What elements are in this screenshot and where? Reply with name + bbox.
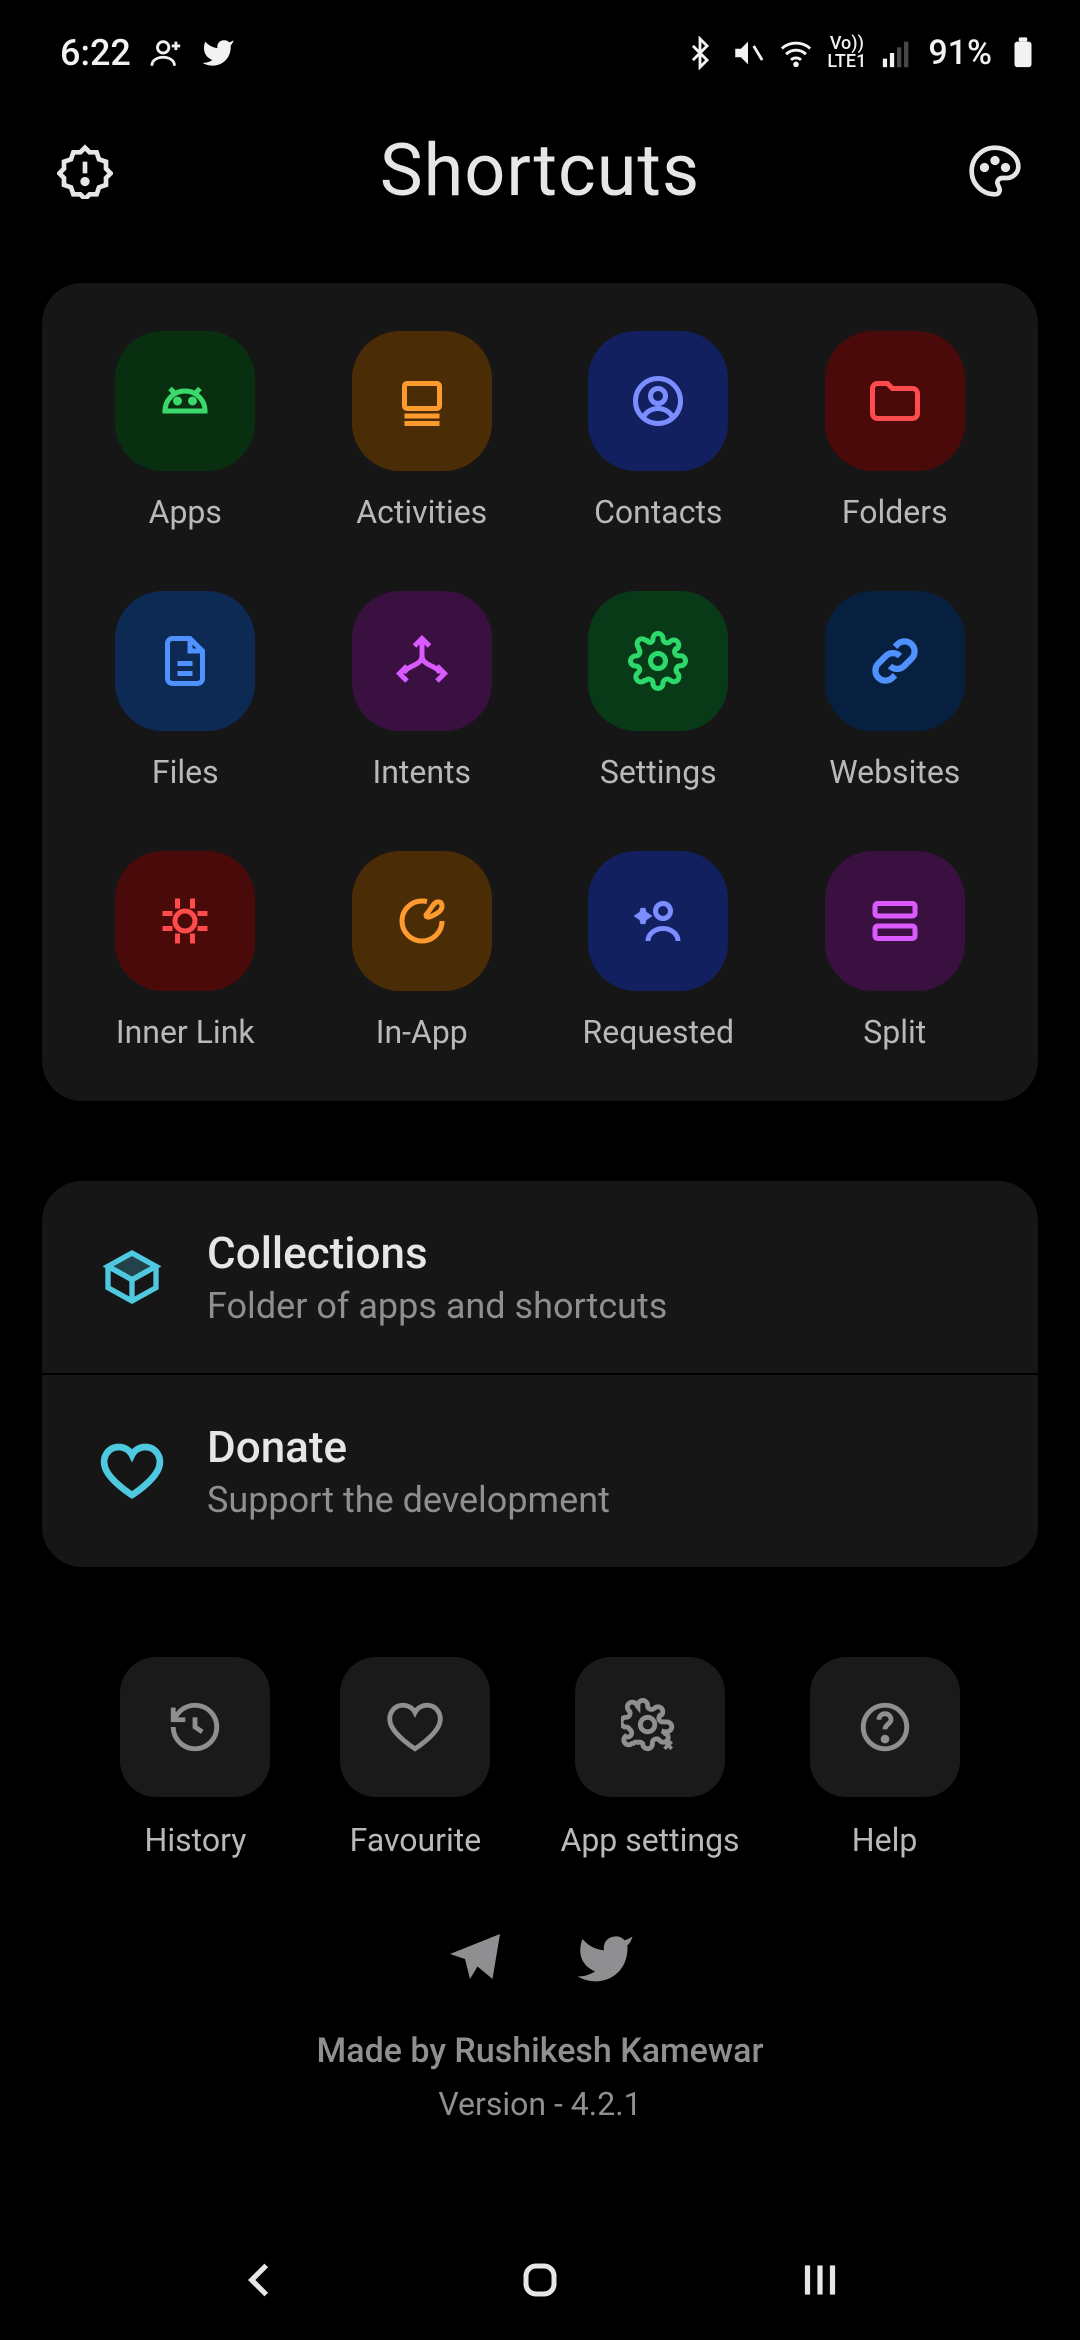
donate-row[interactable]: Donate Support the development bbox=[42, 1373, 1038, 1567]
shortcut-label: Contacts bbox=[594, 493, 722, 531]
status-left: 6:22 bbox=[60, 32, 235, 74]
shortcut-folders[interactable]: Folders bbox=[782, 331, 1009, 531]
bottom-label: History bbox=[145, 1821, 247, 1859]
split-icon bbox=[825, 851, 965, 991]
system-navbar bbox=[0, 2220, 1080, 2340]
mute-icon bbox=[731, 36, 765, 70]
nav-back-button[interactable] bbox=[220, 2250, 300, 2310]
shortcut-label: Requested bbox=[583, 1013, 734, 1051]
shortcut-label: Settings bbox=[600, 753, 717, 791]
collections-title: Collections bbox=[207, 1227, 667, 1279]
help-icon bbox=[810, 1657, 960, 1797]
shortcut-files[interactable]: Files bbox=[72, 591, 299, 791]
donate-title: Donate bbox=[207, 1421, 610, 1473]
collections-subtitle: Folder of apps and shortcuts bbox=[207, 1285, 667, 1327]
favourite-icon bbox=[340, 1657, 490, 1797]
battery-percent: 91% bbox=[928, 33, 992, 73]
app-settings-icon bbox=[575, 1657, 725, 1797]
innerlink-icon bbox=[115, 851, 255, 991]
shortcut-label: Websites bbox=[829, 753, 960, 791]
shortcut-label: Activities bbox=[356, 493, 487, 531]
donate-icon bbox=[97, 1436, 167, 1506]
status-bar: 6:22 Vo))LTE1 91% bbox=[0, 0, 1080, 88]
contacts-icon bbox=[588, 331, 728, 471]
folders-icon bbox=[825, 331, 965, 471]
intents-icon bbox=[352, 591, 492, 731]
shortcut-settings[interactable]: Settings bbox=[545, 591, 772, 791]
donate-subtitle: Support the development bbox=[207, 1479, 610, 1521]
donate-text: Donate Support the development bbox=[207, 1421, 610, 1521]
shortcut-grid: Apps Activities Contacts Folders Files bbox=[72, 331, 1008, 1051]
websites-icon bbox=[825, 591, 965, 731]
twitter-icon bbox=[201, 36, 235, 70]
history-icon bbox=[120, 1657, 270, 1797]
shortcut-label: Inner Link bbox=[116, 1013, 255, 1051]
help-button[interactable]: Help bbox=[810, 1657, 960, 1859]
apps-icon bbox=[115, 331, 255, 471]
bluetooth-icon bbox=[683, 36, 717, 70]
shortcut-label: Split bbox=[863, 1013, 926, 1051]
requested-icon bbox=[588, 851, 728, 991]
app-settings-button[interactable]: App settings bbox=[560, 1657, 739, 1859]
wifi-icon bbox=[779, 36, 813, 70]
shortcut-label: In-App bbox=[376, 1013, 468, 1051]
bottom-label: Help bbox=[852, 1821, 918, 1859]
social-row bbox=[445, 1929, 635, 1993]
shortcut-split[interactable]: Split bbox=[782, 851, 1009, 1051]
footer-made-by: Made by Rushikesh Kamewar bbox=[317, 2031, 764, 2071]
issue-badge-button[interactable] bbox=[50, 136, 120, 206]
twitter-link[interactable] bbox=[575, 1929, 635, 1993]
files-icon bbox=[115, 591, 255, 731]
palette-button[interactable] bbox=[960, 136, 1030, 206]
shortcut-innerlink[interactable]: Inner Link bbox=[72, 851, 299, 1051]
footer: Made by Rushikesh Kamewar Version - 4.2.… bbox=[0, 1929, 1080, 2123]
shortcut-activities[interactable]: Activities bbox=[309, 331, 536, 531]
collections-row[interactable]: Collections Folder of apps and shortcuts bbox=[42, 1181, 1038, 1373]
shortcut-label: Files bbox=[152, 753, 219, 791]
bottom-label: Favourite bbox=[350, 1821, 482, 1859]
bottom-grid: History Favourite App settings Help bbox=[0, 1657, 1080, 1859]
telegram-link[interactable] bbox=[445, 1929, 505, 1993]
shortcut-label: Intents bbox=[373, 753, 471, 791]
person-add-icon bbox=[149, 36, 183, 70]
battery-icon bbox=[1006, 36, 1040, 70]
shortcut-label: Folders bbox=[842, 493, 948, 531]
shortcut-apps[interactable]: Apps bbox=[72, 331, 299, 531]
status-time: 6:22 bbox=[60, 32, 131, 74]
history-button[interactable]: History bbox=[120, 1657, 270, 1859]
volte-icon: Vo))LTE1 bbox=[827, 35, 866, 71]
bottom-label: App settings bbox=[560, 1821, 739, 1859]
app-header: Shortcuts bbox=[0, 88, 1080, 243]
collections-text: Collections Folder of apps and shortcuts bbox=[207, 1227, 667, 1327]
list-card: Collections Folder of apps and shortcuts… bbox=[42, 1181, 1038, 1567]
activities-icon bbox=[352, 331, 492, 471]
favourite-button[interactable]: Favourite bbox=[340, 1657, 490, 1859]
shortcut-contacts[interactable]: Contacts bbox=[545, 331, 772, 531]
collections-icon bbox=[97, 1242, 167, 1312]
nav-recents-button[interactable] bbox=[780, 2250, 860, 2310]
settings-icon bbox=[588, 591, 728, 731]
signal-icon bbox=[880, 36, 914, 70]
status-right: Vo))LTE1 91% bbox=[683, 33, 1040, 73]
nav-home-button[interactable] bbox=[500, 2250, 580, 2310]
inapp-icon bbox=[352, 851, 492, 991]
shortcut-label: Apps bbox=[149, 493, 222, 531]
shortcut-requested[interactable]: Requested bbox=[545, 851, 772, 1051]
shortcut-inapp[interactable]: In-App bbox=[309, 851, 536, 1051]
footer-version: Version - 4.2.1 bbox=[438, 2085, 641, 2123]
shortcut-grid-card: Apps Activities Contacts Folders Files bbox=[42, 283, 1038, 1101]
shortcut-intents[interactable]: Intents bbox=[309, 591, 536, 791]
shortcut-websites[interactable]: Websites bbox=[782, 591, 1009, 791]
page-title: Shortcuts bbox=[120, 128, 960, 213]
